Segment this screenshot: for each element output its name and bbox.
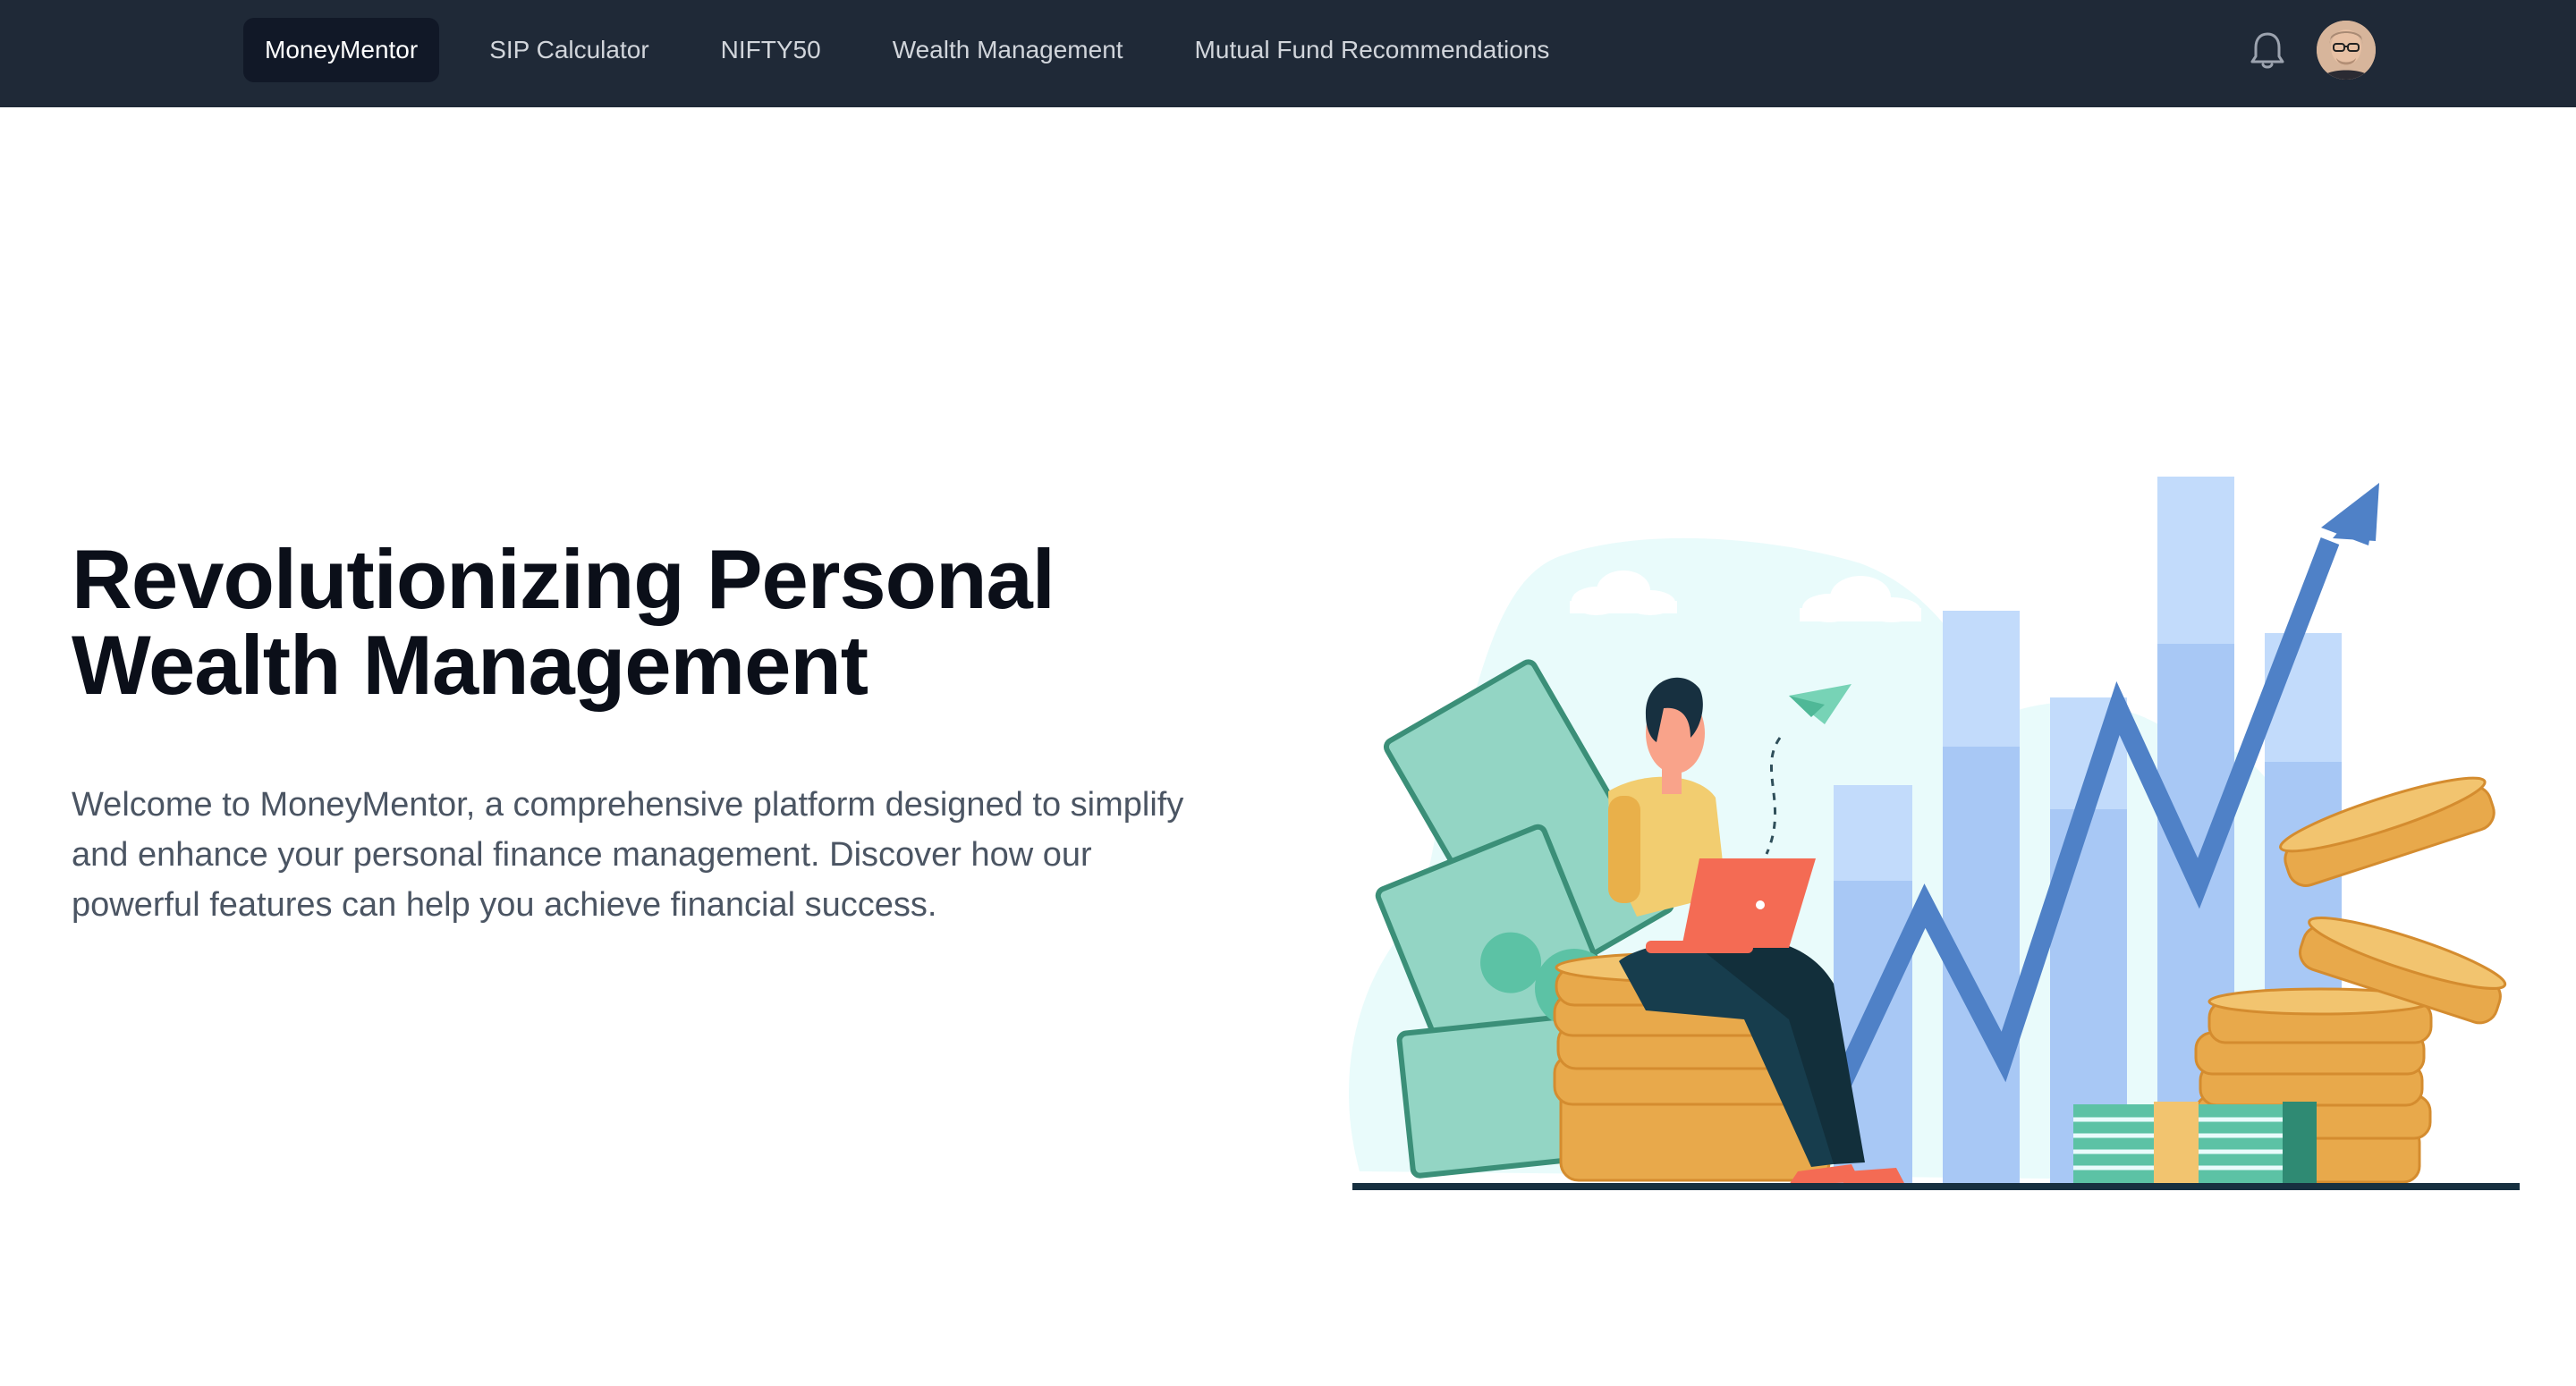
nav-sip-calculator[interactable]: SIP Calculator: [468, 18, 670, 82]
top-navbar: MoneyMentor SIP Calculator NIFTY50 Wealt…: [0, 0, 2576, 107]
ground-line: [1352, 1183, 2520, 1190]
cloud-icon: [1682, 451, 1843, 519]
user-avatar[interactable]: [2317, 21, 2376, 80]
hero-illustration: $: [1324, 393, 2531, 1216]
nav-home-moneymentor[interactable]: MoneyMentor: [243, 18, 440, 82]
hero-title: Revolutionizing Personal Wealth Manageme…: [72, 537, 1234, 708]
hero-title-line2: Wealth Management: [72, 618, 869, 712]
hero-description: Welcome to MoneyMentor, a comprehensive …: [72, 786, 1184, 924]
bell-icon[interactable]: [2248, 29, 2287, 72]
nav-mutual-fund-recommendations[interactable]: Mutual Fund Recommendations: [1174, 18, 1572, 82]
nav-wealth-management[interactable]: Wealth Management: [871, 18, 1145, 82]
nav-links: MoneyMentor SIP Calculator NIFTY50 Wealt…: [243, 18, 1599, 82]
nav-nifty50[interactable]: NIFTY50: [699, 18, 843, 82]
hero-title-line1: Revolutionizing Personal: [72, 532, 1055, 626]
cash-bundle-graphic: [2073, 1102, 2317, 1184]
